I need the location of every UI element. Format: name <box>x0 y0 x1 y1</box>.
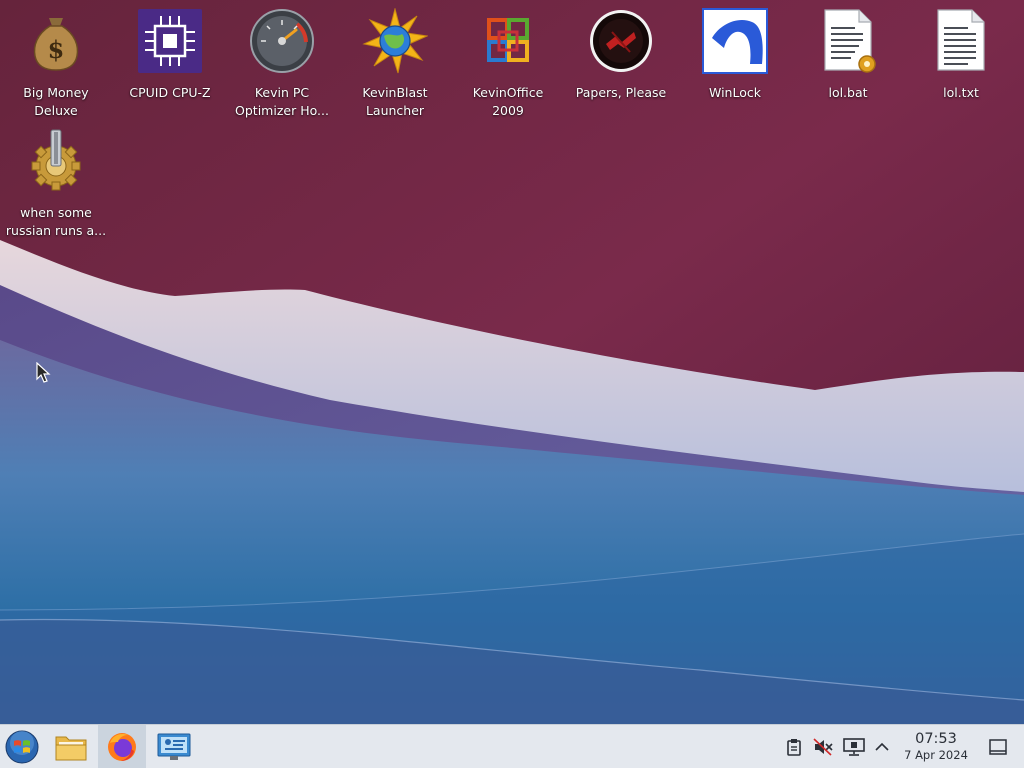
desktop-icon-papers-please[interactable]: Papers, Please <box>565 8 677 102</box>
desktop-icon-kevinoffice-2009[interactable]: KevinOffice 2009 <box>452 8 564 120</box>
desktop-icon-kevinblast-launcher[interactable]: KevinBlast Launcher <box>339 8 451 120</box>
taskbar-app-file-manager[interactable] <box>49 725 93 768</box>
firefox-icon <box>108 733 136 761</box>
icon-label: CPUID CPU-Z <box>129 85 211 100</box>
remote-desktop-icon <box>157 733 191 760</box>
clock-time: 07:53 <box>915 731 957 747</box>
cpu-chip-icon <box>138 9 202 73</box>
taskbar-clock[interactable]: 07:53 7 Apr 2024 <box>896 731 976 762</box>
show-desktop-button[interactable] <box>986 725 1010 768</box>
icon-label: when some russian runs a... <box>5 205 107 238</box>
clock-date: 7 Apr 2024 <box>904 748 968 762</box>
desktop-icon-winlock[interactable]: WinLock <box>679 8 791 102</box>
icon-label: Kevin PC Optimizer Ho... <box>235 85 329 118</box>
desktop-icon-cpuid-cpu-z[interactable]: CPUID CPU-Z <box>114 8 226 102</box>
icon-label: WinLock <box>709 85 761 100</box>
icon-label: lol.txt <box>943 85 979 100</box>
desktop-icon-lol-txt[interactable]: lol.txt <box>905 8 1017 102</box>
money-bag-icon: $ <box>33 18 79 71</box>
papers-please-seal-icon <box>590 10 652 72</box>
tray-clipboard[interactable] <box>782 725 806 768</box>
show-desktop-icon <box>989 739 1007 755</box>
taskbar-app-remote-desktop[interactable] <box>152 725 196 768</box>
icon-label: Big Money Deluxe <box>23 85 89 118</box>
icon-label: KevinOffice 2009 <box>472 85 544 118</box>
desktop-icon-kevin-pc-optimizer[interactable]: Kevin PC Optimizer Ho... <box>226 8 338 120</box>
tray-volume[interactable] <box>811 725 835 768</box>
icon-label: KevinBlast Launcher <box>362 85 428 118</box>
desktop-icon-lol-bat[interactable]: lol.bat <box>792 8 904 102</box>
gear-executable-icon <box>31 129 81 191</box>
clipboard-icon <box>787 739 801 756</box>
speedometer-icon <box>250 9 314 73</box>
start-button[interactable] <box>0 725 44 768</box>
winlock-icon <box>702 8 768 74</box>
icon-label: Papers, Please <box>575 85 667 100</box>
svg-text:$: $ <box>48 35 65 64</box>
mouse-cursor-icon <box>36 362 51 383</box>
globe-starburst-icon <box>362 8 428 74</box>
start-orb-icon <box>5 730 39 764</box>
tray-show-hidden-button[interactable] <box>870 725 894 768</box>
chevron-up-icon <box>875 742 889 751</box>
taskbar: 07:53 7 Apr 2024 <box>0 724 1024 768</box>
desktop-icon-when-some-russian[interactable]: when some russian runs a... <box>0 128 112 240</box>
volume-muted-icon <box>813 738 833 756</box>
desktop-icon-big-money-deluxe[interactable]: $ Big Money Deluxe <box>0 8 112 120</box>
office-logo-icon <box>487 18 529 62</box>
batch-file-icon <box>824 9 876 73</box>
icon-label: lol.bat <box>828 85 868 100</box>
taskbar-app-firefox[interactable] <box>98 725 146 768</box>
network-monitor-icon <box>843 738 865 756</box>
tray-network[interactable] <box>842 725 866 768</box>
folder-icon <box>55 736 87 761</box>
text-file-icon <box>937 9 985 71</box>
